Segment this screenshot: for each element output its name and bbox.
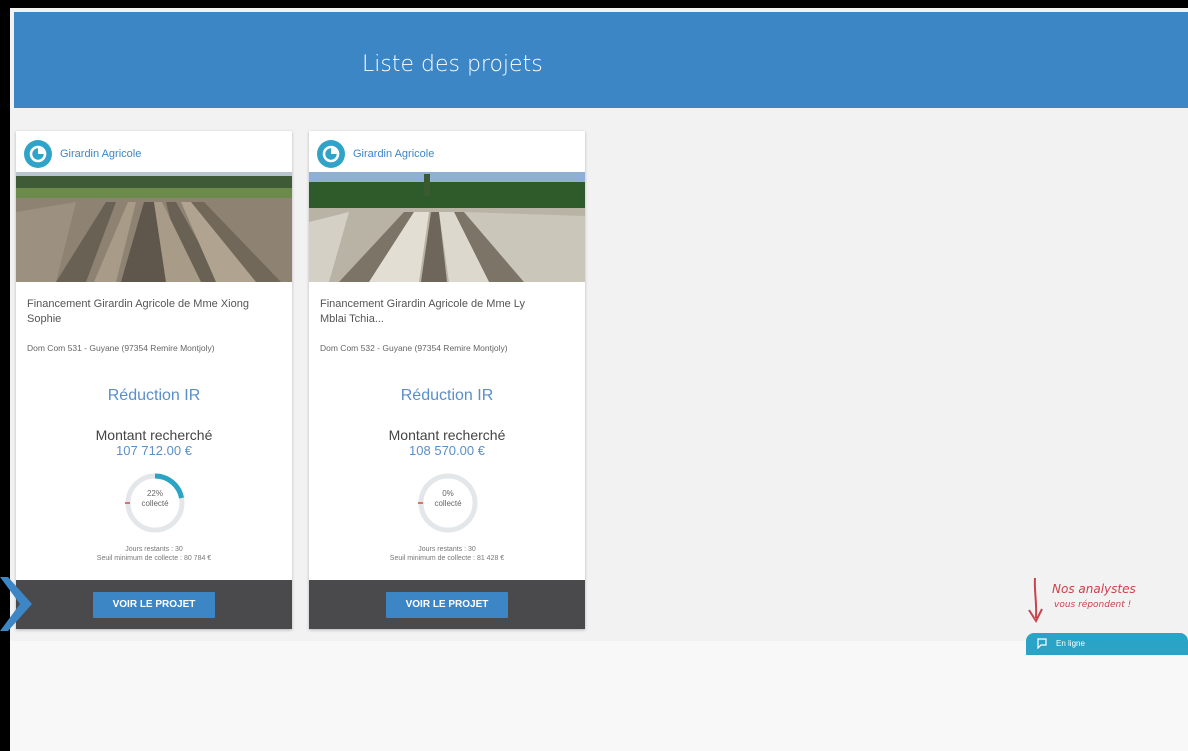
view-project-button[interactable]: VOIR LE PROJET — [93, 592, 215, 618]
min-threshold: Seuil minimum de collecte : 81 428 € — [389, 555, 505, 562]
project-location: Dom Com 531 - Guyane (97354 Remire Montj… — [27, 343, 215, 353]
collected-label: collecté — [434, 499, 462, 508]
project-card[interactable]: Girardin Agricole Financement Girardin A… — [309, 131, 585, 629]
pie-chart-icon — [317, 140, 345, 168]
remaining-info: Jours restants : 30 Seuil minimum de col… — [16, 545, 292, 563]
chat-status: En ligne — [1056, 639, 1085, 648]
project-title[interactable]: Financement Girardin Agricole de Mme Ly … — [320, 297, 550, 327]
amount-label: Montant recherché — [388, 427, 506, 443]
chat-bubble-icon — [1037, 638, 1047, 649]
arrow-down-icon — [1028, 577, 1043, 624]
card-footer: VOIR LE PROJET — [16, 580, 292, 629]
view-project-button[interactable]: VOIR LE PROJET — [386, 592, 508, 618]
project-photo — [309, 172, 585, 282]
project-category: Girardin Agricole — [24, 139, 141, 169]
project-location: Dom Com 532 - Guyane (97354 Remire Montj… — [320, 343, 508, 353]
category-label: Girardin Agricole — [60, 148, 142, 160]
help-message: Nos analystes vous répondent ! — [1052, 582, 1136, 610]
amount-value: 107 712.00 € — [116, 443, 192, 458]
chevron-right-icon[interactable] — [0, 577, 32, 631]
project-card[interactable]: Girardin Agricole Financement Girardin A… — [16, 131, 292, 629]
collected-percent: 0% — [442, 489, 454, 498]
page-bottom-area — [10, 641, 1188, 751]
help-line-1: Nos analystes — [1052, 582, 1136, 596]
amount-label: Montant recherché — [95, 427, 213, 443]
card-footer: VOIR LE PROJET — [309, 580, 585, 629]
reduction-type: Réduction IR — [400, 387, 494, 404]
page-title: Liste des projets — [362, 52, 543, 77]
progress-gauge: 22% collecté — [123, 471, 187, 535]
collected-label: collecté — [141, 499, 169, 508]
project-title[interactable]: Financement Girardin Agricole de Mme Xio… — [27, 297, 257, 327]
progress-gauge: 0% collecté — [416, 471, 480, 535]
days-remaining: Jours restants : 30 — [418, 546, 476, 553]
pie-chart-icon — [24, 140, 52, 168]
days-remaining: Jours restants : 30 — [125, 546, 183, 553]
remaining-info: Jours restants : 30 Seuil minimum de col… — [309, 545, 585, 563]
amount-value: 108 570.00 € — [409, 443, 485, 458]
page-header: Liste des projets — [14, 12, 1188, 108]
category-label: Girardin Agricole — [353, 148, 435, 160]
min-threshold: Seuil minimum de collecte : 80 784 € — [96, 555, 212, 562]
project-category: Girardin Agricole — [317, 139, 434, 169]
reduction-type: Réduction IR — [107, 387, 201, 404]
chat-widget[interactable]: En ligne — [1026, 633, 1188, 655]
collected-percent: 22% — [146, 489, 163, 498]
page-viewport: Liste des projets Girardin Agricole Fina… — [10, 8, 1188, 751]
help-line-2: vous répondent ! — [1054, 600, 1132, 610]
project-photo — [16, 172, 292, 282]
